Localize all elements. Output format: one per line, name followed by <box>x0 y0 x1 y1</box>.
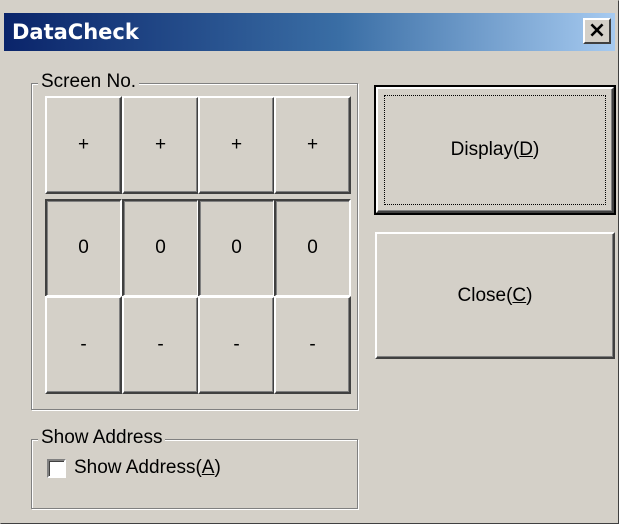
show-address-legend: Show Address <box>38 427 166 449</box>
screen-no-group: Screen No. + + + + 0 0 0 0 - - - - <box>31 71 358 410</box>
digit-4-increment-button[interactable]: + <box>274 96 351 194</box>
screen-no-grid: + + + + 0 0 0 0 - - - - <box>45 96 366 400</box>
close-window-button[interactable]: × <box>583 18 611 44</box>
digit-2-decrement-button[interactable]: - <box>122 296 199 394</box>
digit-3-decrement-button[interactable]: - <box>198 296 275 394</box>
digit-2-increment-button[interactable]: + <box>122 96 199 194</box>
show-address-checkbox-label[interactable]: Show Address(A) <box>74 457 221 479</box>
window-title: DataCheck <box>12 20 139 44</box>
digit-1-value: 0 <box>45 199 122 297</box>
show-address-checkbox[interactable] <box>47 459 66 478</box>
screen-no-legend: Screen No. <box>38 71 140 93</box>
datacheck-dialog: DataCheck × Screen No. + + + + 0 0 0 0 -… <box>0 0 619 524</box>
display-button-label: Display(D) <box>450 139 540 160</box>
show-address-group: Show Address Show Address(A) <box>31 427 358 509</box>
digit-1-increment-button[interactable]: + <box>45 96 122 194</box>
digit-4-decrement-button[interactable]: - <box>274 296 351 394</box>
digit-3-increment-button[interactable]: + <box>198 96 275 194</box>
close-icon: × <box>587 18 607 43</box>
close-button[interactable]: Close(C) <box>375 232 615 359</box>
display-button[interactable]: Display(D) <box>374 85 616 215</box>
digit-4-value: 0 <box>274 199 351 297</box>
close-button-label: Close(C) <box>457 284 533 306</box>
title-bar[interactable]: DataCheck × <box>4 13 615 51</box>
digit-3-value: 0 <box>198 199 275 297</box>
digit-2-value: 0 <box>122 199 199 297</box>
digit-1-decrement-button[interactable]: - <box>45 296 122 394</box>
